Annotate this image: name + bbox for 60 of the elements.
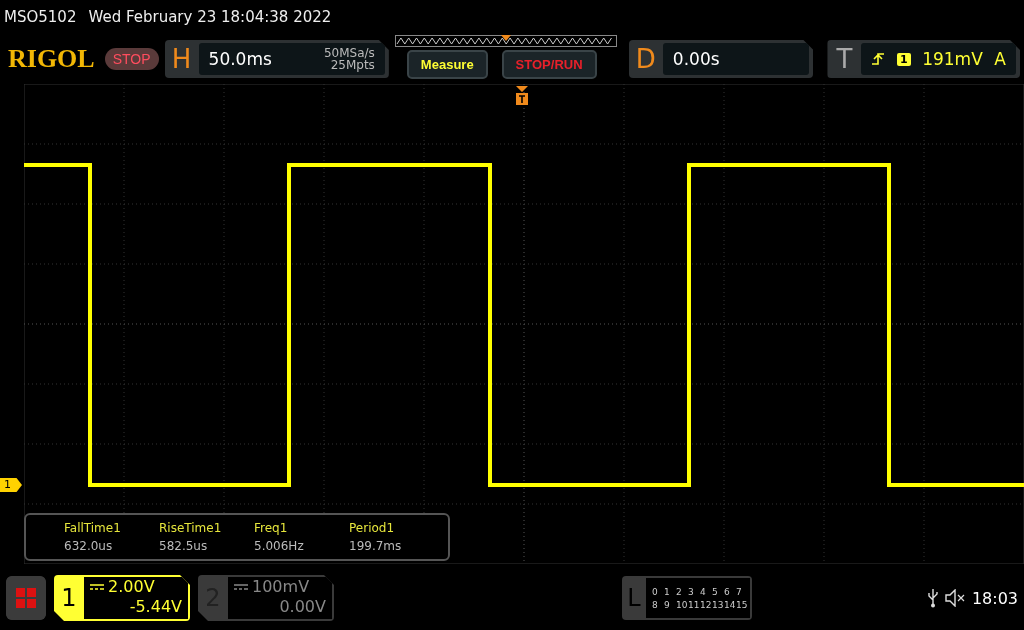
logic-channel-label: 3	[688, 586, 695, 597]
model-name: MSO5102	[4, 8, 77, 26]
dc-coupling-icon	[234, 583, 248, 591]
measure-button[interactable]: Measure	[406, 50, 488, 79]
logic-channel-label: 13	[712, 599, 724, 610]
rising-edge-icon	[871, 52, 886, 66]
logic-channel-label: 1	[664, 586, 671, 597]
stop-run-button[interactable]: STOP/RUN	[501, 50, 597, 79]
channel-offset: 0.00V	[279, 597, 326, 617]
logic-channel-label: 0	[652, 586, 659, 597]
date-time: Wed February 23 18:04:38 2022	[88, 8, 332, 26]
logic-channel-label: 5	[712, 586, 719, 597]
dc-coupling-icon	[90, 583, 104, 591]
run-state-badge: STOP	[104, 48, 159, 70]
logic-channel-label: 8	[652, 599, 659, 610]
channel-marker[interactable]: 1	[0, 478, 22, 492]
horizontal-panel[interactable]: H 50.0ms 50MSa/s 25Mpts	[164, 40, 389, 78]
logic-panel[interactable]: L 0 1 2 3 4 5 6 7 8 9 10 11 12 13 14 15	[622, 576, 752, 620]
measurement-value: 5.006Hz	[254, 539, 305, 553]
horizontal-key: H	[164, 44, 199, 74]
speaker-muted-icon[interactable]	[943, 589, 966, 607]
channel-offset: -5.44V	[129, 597, 182, 617]
logic-channel-label: 10	[676, 599, 688, 610]
channel-scale: 2.00V	[108, 577, 155, 597]
logic-channel-label: 6	[724, 586, 731, 597]
measurement-name: Period1	[349, 521, 396, 535]
brand-logo: RIGOL	[8, 44, 95, 74]
logic-key: L	[622, 584, 646, 612]
usb-icon	[927, 588, 938, 608]
logic-channel-label: 2	[676, 586, 683, 597]
logic-channel-label: 7	[736, 586, 743, 597]
trigger-panel[interactable]: T 1 191mV A	[827, 40, 1020, 78]
trigger-position-icon[interactable]	[515, 86, 529, 106]
channel-panel[interactable]: 1 2.00V -5.44V	[54, 575, 190, 621]
logic-channel-label: 12	[700, 599, 712, 610]
trigger-key: T	[827, 44, 862, 74]
clock-time: 18:03	[971, 588, 1018, 608]
logic-channel-label: 4	[700, 586, 707, 597]
measurement-name: FallTime1	[64, 521, 122, 535]
measurement-value: 632.0us	[64, 539, 114, 553]
channel-scale: 100mV	[252, 577, 310, 597]
measurement-value: 199.7ms	[349, 539, 403, 553]
measurement-name: RiseTime1	[159, 521, 223, 535]
logic-channel-label: 11	[688, 599, 700, 610]
measurement-name: Freq1	[254, 521, 289, 535]
channel-number: 1	[60, 584, 78, 612]
timebase-value: 50.0ms	[208, 49, 272, 69]
delay-value: 0.00s	[672, 49, 720, 69]
delay-key: D	[628, 44, 663, 74]
memory-depth: 25Mpts	[330, 59, 375, 71]
logic-channel-label: 9	[664, 599, 671, 610]
trigger-source: 1	[897, 52, 911, 66]
trigger-level: 191mV	[922, 49, 983, 69]
trigger-mode: A	[994, 49, 1006, 69]
menu-button[interactable]	[6, 576, 46, 620]
logic-channel-label: 14	[724, 599, 736, 610]
sample-rate: 50MSa/s	[323, 47, 375, 59]
measurement-value: 582.5us	[159, 539, 209, 553]
delay-panel[interactable]: D 0.00s	[628, 40, 814, 78]
logic-channel-label: 15	[736, 599, 748, 610]
